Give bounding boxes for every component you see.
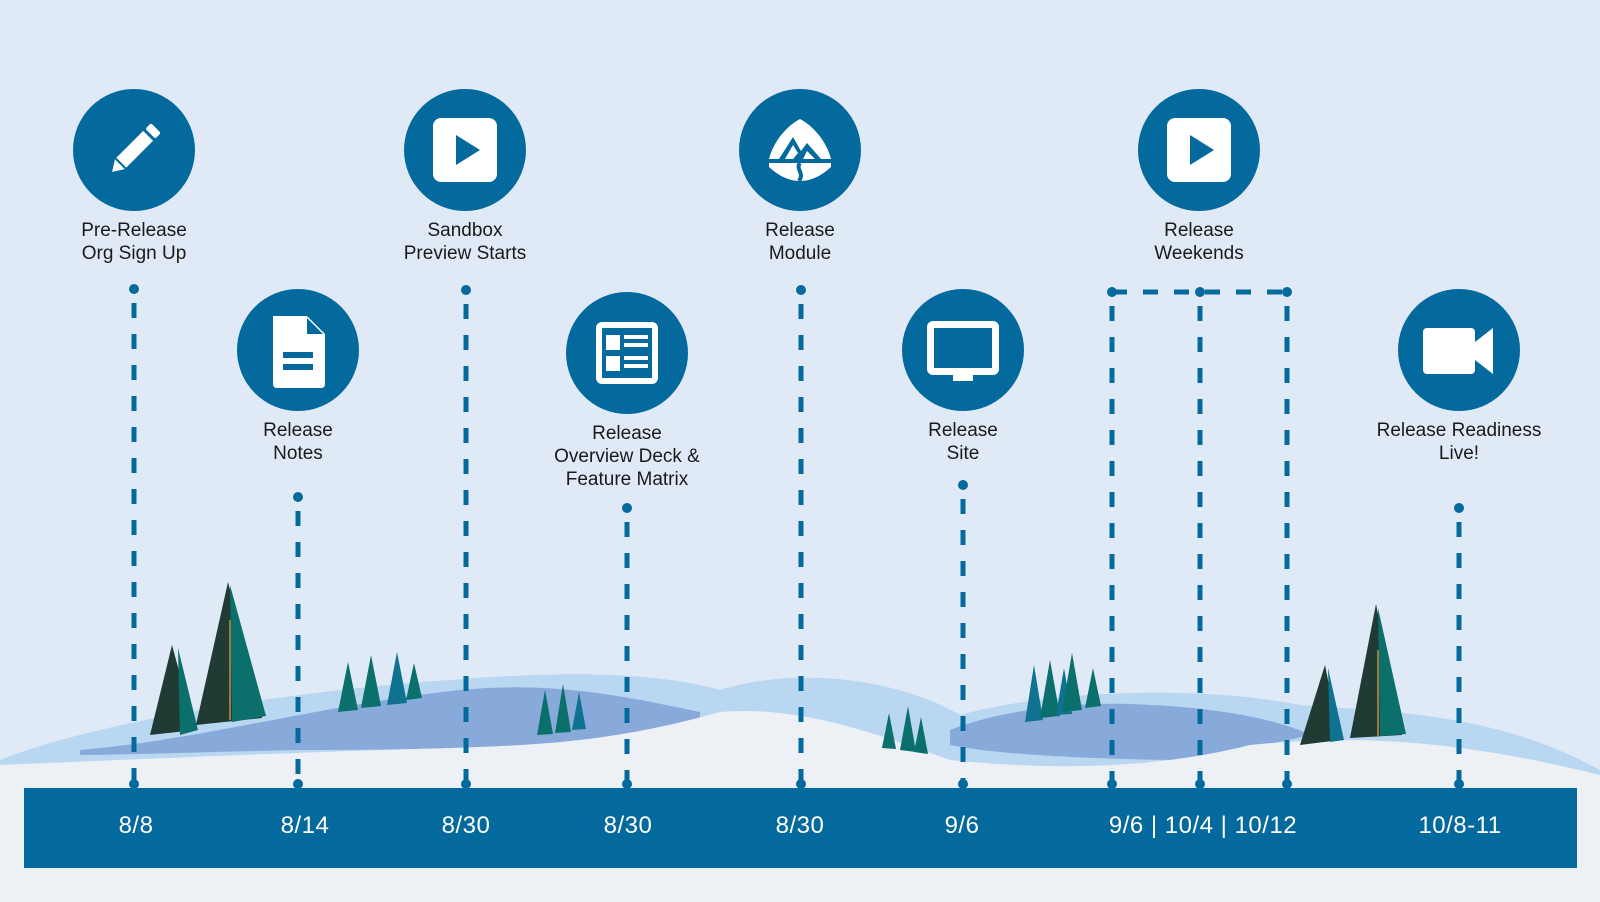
date-label: 8/30	[441, 812, 491, 839]
connector-dot	[1282, 287, 1292, 297]
pencil-icon	[112, 123, 161, 172]
news-list-icon	[596, 322, 658, 384]
milestone-icon-circle	[1138, 89, 1260, 211]
milestone-icon-circle	[73, 89, 195, 211]
snow-ground	[0, 868, 1600, 902]
trailhead-mountain-icon	[769, 119, 831, 183]
milestone-label: Release Overview Deck & Feature Matrix	[554, 423, 700, 490]
milestone-icon-circle	[1398, 289, 1520, 411]
connector-dot	[293, 492, 303, 502]
milestone-icon-circle	[739, 89, 861, 211]
connector-dot	[129, 284, 139, 294]
milestone-release-site[interactable]: Release Site	[843, 289, 1083, 465]
milestone-icon-circle	[237, 289, 359, 411]
milestone-release-weekends[interactable]: Release Weekends	[1079, 89, 1319, 265]
milestone-label: Release Module	[765, 220, 835, 264]
date-label: 8/8	[118, 812, 154, 839]
milestone-release-module[interactable]: Release Module	[680, 89, 920, 265]
date-label: 8/14	[280, 812, 330, 839]
milestone-icon-circle	[902, 289, 1024, 411]
milestone-release-notes[interactable]: Release Notes	[178, 289, 418, 465]
milestone-label: Sandbox Preview Starts	[403, 220, 527, 264]
document-icon	[273, 316, 325, 388]
milestone-label: Pre-Release Org Sign Up	[81, 220, 187, 264]
milestone-label: Release Readiness Live!	[1376, 420, 1542, 464]
connector-dot	[622, 503, 632, 513]
connector-dot	[958, 480, 968, 490]
date-label: 9/6	[944, 812, 980, 839]
play-icon	[1167, 118, 1231, 182]
date-label: 8/30	[775, 812, 825, 839]
milestone-label: Release Weekends	[1154, 220, 1244, 264]
connector-dot	[1107, 287, 1117, 297]
play-icon	[433, 118, 497, 182]
milestone-label: Release Site	[928, 420, 998, 464]
milestone-icon-circle	[404, 89, 526, 211]
connector-dot	[461, 285, 471, 295]
milestone-overview-deck[interactable]: Release Overview Deck & Feature Matrix	[507, 292, 747, 491]
milestone-pre-release-signup[interactable]: Pre-Release Org Sign Up	[14, 89, 254, 265]
date-label: 9/6 | 10/4 | 10/12	[1108, 812, 1298, 839]
connector-dot	[1195, 287, 1205, 297]
milestone-sandbox-preview[interactable]: Sandbox Preview Starts	[345, 89, 585, 265]
milestone-icon-circle	[566, 292, 688, 414]
date-label: 10/8-11	[1418, 812, 1502, 839]
date-label: 8/30	[603, 812, 653, 839]
milestone-readiness-live[interactable]: Release Readiness Live!	[1339, 289, 1579, 465]
milestone-label: Release Notes	[263, 420, 333, 464]
video-camera-icon	[1423, 328, 1493, 374]
connector-dot	[1454, 503, 1464, 513]
connector-dot	[796, 285, 806, 295]
monitor-icon	[927, 321, 999, 381]
